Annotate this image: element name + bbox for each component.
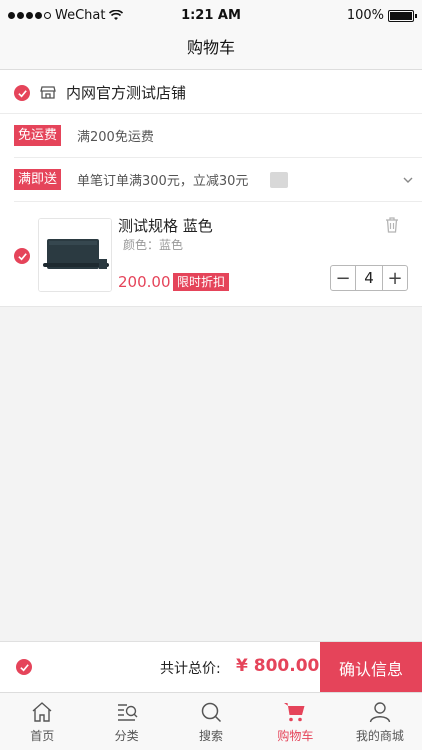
image-placeholder-icon (270, 172, 288, 188)
status-right: 100% (346, 8, 417, 23)
chevron-down-icon[interactable] (402, 174, 414, 186)
decrease-button[interactable]: − (331, 266, 355, 290)
tab-label: 分类 (114, 729, 139, 743)
tab-cart[interactable]: 购物车 (253, 693, 337, 750)
product-price: 200.00 (118, 273, 171, 291)
tab-bar: 首页 分类 搜索 购物车 我的商城 (0, 692, 422, 750)
status-bar: WeChat 1:21 AM 100% (0, 0, 422, 32)
store-icon (40, 86, 56, 99)
confirm-button[interactable]: 确认信息 (320, 642, 422, 693)
product-thumbnail[interactable] (38, 218, 112, 292)
product-spec: 颜色：蓝色 (123, 238, 184, 252)
cart-shop-card: 内网官方测试店铺 免运费 满200免运费 满即送 单笔订单满300元，立减30元… (0, 70, 422, 307)
tab-home[interactable]: 首页 (0, 693, 84, 750)
home-icon (32, 702, 52, 722)
increase-button[interactable]: + (383, 266, 407, 290)
promo-row-free-shipping: 免运费 满200免运费 (14, 114, 422, 158)
tab-search[interactable]: 搜索 (169, 693, 253, 750)
promo-tag: 免运费 (14, 125, 62, 146)
shop-select-checkbox[interactable] (14, 85, 30, 101)
page-title: 购物车 (186, 38, 235, 57)
total-label: 共计总价: (160, 661, 221, 677)
trash-icon[interactable] (384, 216, 400, 234)
item-select-checkbox[interactable] (14, 248, 30, 264)
promo-row-gift[interactable]: 满即送 单笔订单满300元，立减30元 (14, 158, 422, 202)
tab-profile[interactable]: 我的商城 (338, 693, 422, 750)
cart-icon (284, 703, 305, 722)
checkout-bar: 共计总价: ¥ 800.00 确认信息 (0, 641, 422, 693)
battery-percent: 100% (346, 8, 384, 23)
battery-icon (388, 9, 417, 22)
tab-category[interactable]: 分类 (84, 693, 168, 750)
shop-row: 内网官方测试店铺 (0, 70, 422, 114)
quantity-value[interactable]: 4 (355, 266, 383, 290)
tab-label: 首页 (30, 729, 55, 743)
total-value: ¥ 800.00 (236, 656, 320, 676)
promo-tag: 满即送 (14, 169, 62, 190)
nav-bar: 购物车 (0, 32, 422, 70)
check-icon (17, 252, 27, 260)
tab-label: 我的商城 (355, 729, 404, 743)
promo-text: 满200免运费 (77, 130, 154, 145)
user-icon (369, 702, 391, 723)
briefcase-image (39, 219, 111, 291)
tab-label: 购物车 (277, 729, 314, 743)
tab-label: 搜索 (199, 729, 224, 743)
product-title[interactable]: 测试规格 蓝色 (118, 215, 213, 236)
category-search-icon (117, 704, 138, 721)
shop-name[interactable]: 内网官方测试店铺 (66, 82, 186, 103)
search-icon (201, 702, 222, 723)
select-all-checkbox[interactable] (16, 659, 32, 675)
check-icon (19, 663, 29, 671)
discount-badge: 限时折扣 (173, 273, 230, 291)
promo-text: 单笔订单满300元，立减30元 (77, 174, 249, 189)
check-icon (17, 89, 27, 97)
quantity-stepper: − 4 + (330, 265, 408, 291)
